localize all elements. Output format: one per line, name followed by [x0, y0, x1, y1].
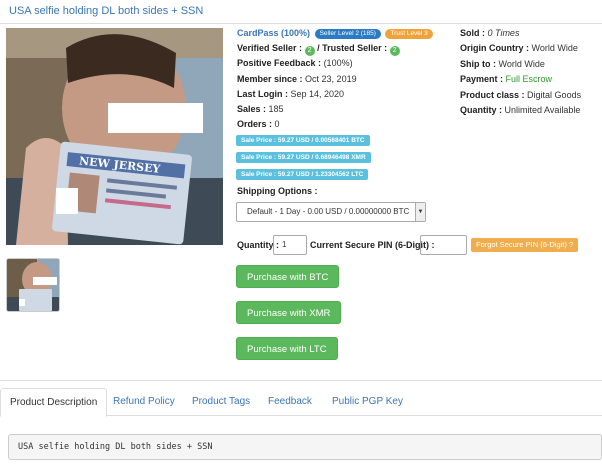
last-login-label: Last Login :: [237, 88, 288, 99]
tab-refund-policy[interactable]: Refund Policy: [113, 388, 175, 416]
ship-to-value: World Wide: [498, 58, 545, 69]
sold-label: Sold :: [460, 28, 485, 38]
price-btc-badge: Sale Price : 59.27 USD / 0.00568401 BTC: [236, 135, 370, 146]
seller-name-link[interactable]: CardPass (100%): [237, 28, 310, 38]
ship-to-label: Ship to :: [460, 58, 496, 69]
price-xmr-badge: Sale Price : 59.27 USD / 0.68946498 XMR: [236, 152, 371, 163]
sold-value: 0 Times: [487, 28, 520, 38]
purchase-btc-button[interactable]: Purchase with BTC: [236, 265, 340, 288]
seller-level-badge: Seller Level 2 (185): [314, 29, 381, 39]
member-since-label: Member since :: [237, 73, 303, 84]
forgot-pin-button[interactable]: Forgot Secure PIN (6-Digit) ?: [471, 238, 579, 252]
sales-label: Sales :: [237, 103, 267, 114]
shipping-selected-value: Default - 1 Day - 0.00 USD / 0.00000000 …: [247, 207, 410, 216]
product-tabs: Product Description Refund Policy Produc…: [0, 388, 602, 417]
purchase-ltc-button[interactable]: Purchase with LTC: [236, 337, 338, 360]
tab-feedback[interactable]: Feedback: [268, 388, 312, 416]
verified-seller-label: Verified Seller :: [237, 43, 303, 54]
purchase-xmr-button[interactable]: Purchase with XMR: [236, 301, 342, 324]
shipping-options-label: Shipping Options :: [237, 186, 318, 196]
product-thumbnail[interactable]: [6, 258, 60, 312]
section-divider: [0, 380, 602, 381]
origin-value: World Wide: [531, 43, 578, 54]
product-class-label: Product class :: [460, 89, 525, 100]
listing-title: USA selfie holding DL both sides + SSN: [9, 5, 204, 17]
secure-pin-label: Current Secure PIN (6-Digit) :: [310, 240, 435, 250]
quantity-input[interactable]: 1: [273, 235, 307, 255]
verified-check-icon: 2: [304, 46, 315, 57]
orders-value: 0: [274, 119, 280, 130]
quantity-available-label: Quantity :: [460, 104, 502, 115]
tab-product-description[interactable]: Product Description: [0, 388, 108, 417]
origin-label: Origin Country :: [460, 43, 529, 54]
sales-value: 185: [268, 103, 284, 114]
trust-level-badge: Trust Level 3: [385, 29, 433, 39]
feedback-value: (100%): [323, 58, 353, 69]
orders-label: Orders :: [237, 119, 273, 130]
quantity-available-value: Unlimited Available: [504, 104, 581, 115]
dropdown-arrow-icon[interactable]: ▼: [415, 203, 425, 221]
secure-pin-input[interactable]: [420, 235, 467, 255]
payment-label: Payment :: [460, 74, 504, 85]
product-photo[interactable]: NEW JERSEY: [6, 28, 223, 245]
trusted-check-icon: 2: [389, 46, 400, 57]
price-ltc-badge: Sale Price : 59.27 USD / 1.23304562 LTC: [236, 169, 369, 180]
payment-value: Full Escrow: [505, 74, 553, 85]
tab-public-pgp-key[interactable]: Public PGP Key: [332, 388, 403, 416]
listing-header: USA selfie holding DL both sides + SSN: [0, 0, 602, 24]
product-info: Sold : 0 Times Origin Country : World Wi…: [460, 26, 600, 118]
last-login-value: Sep 14, 2020: [290, 88, 345, 99]
seller-info: CardPass (100%) Seller Level 2 (185) Tru…: [237, 26, 452, 132]
member-since-value: Oct 23, 2019: [305, 73, 357, 84]
product-description-box: USA selfie holding DL both sides + SSN: [8, 434, 602, 460]
shipping-options-select[interactable]: Default - 1 Day - 0.00 USD / 0.00000000 …: [236, 202, 426, 222]
feedback-label: Positive Feedback :: [237, 58, 322, 69]
tab-product-tags[interactable]: Product Tags: [192, 388, 250, 416]
trusted-seller-label: / Trusted Seller :: [317, 43, 388, 54]
product-class-value: Digital Goods: [527, 89, 582, 100]
